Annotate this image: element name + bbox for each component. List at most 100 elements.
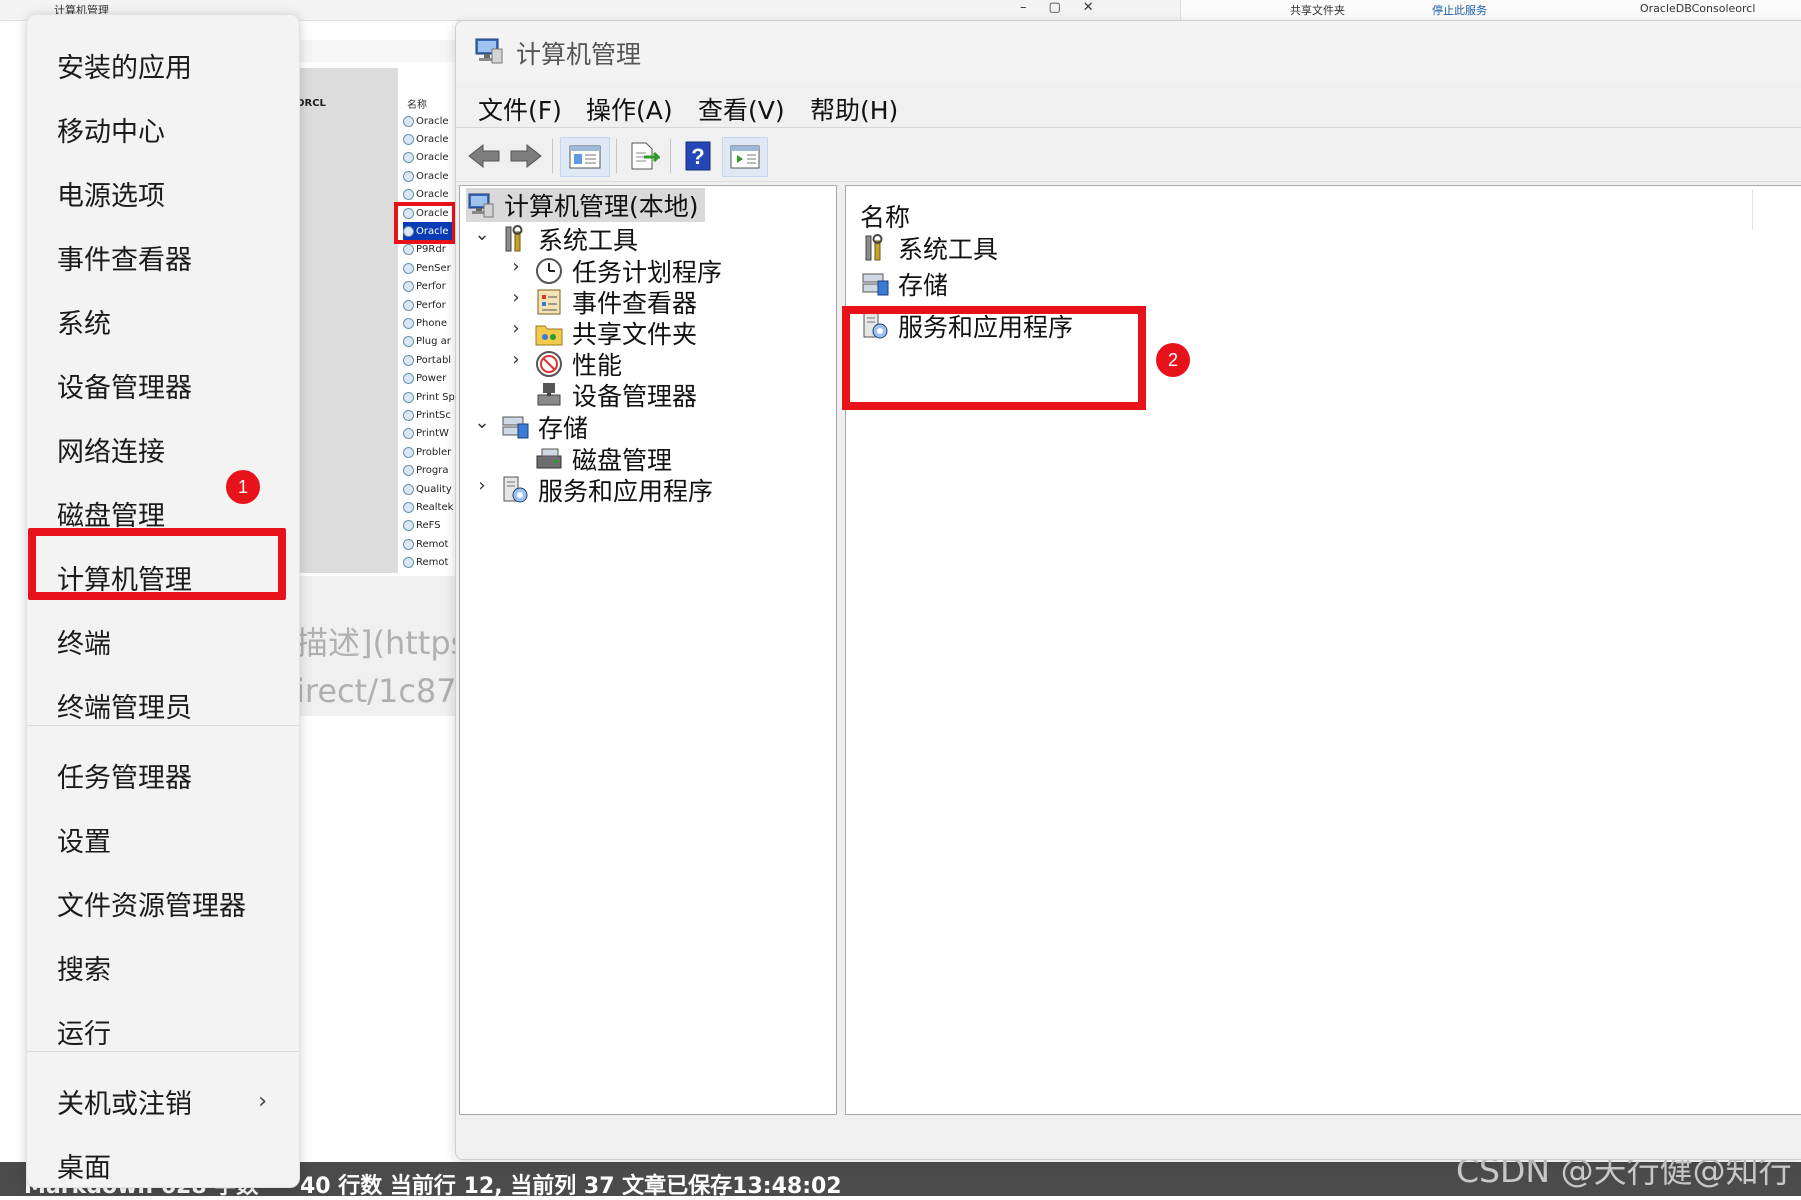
chevron-right-icon: › [258,1088,267,1114]
expander-open-icon[interactable]: ⌄ [472,412,492,433]
device-manager-icon [537,383,561,406]
action-pane-icon [730,145,760,169]
service-name: ReFS [416,520,441,532]
service-name: Perfor [416,281,446,293]
maximize-icon[interactable]: ▢ [1049,0,1061,15]
tree-item-disk-management[interactable]: 磁盘管理 [534,442,672,476]
expander-closed-icon[interactable]: › [472,475,492,496]
background-service-row[interactable]: Print Sp [403,388,459,406]
expander-closed-icon[interactable]: › [506,287,526,308]
tree-item-device-manager[interactable]: 设备管理器 [534,378,697,412]
background-service-row[interactable]: ReFS [403,517,459,535]
show-hide-console-tree-button[interactable] [560,137,610,177]
menu-item-file-explorer[interactable]: 文件资源管理器 [27,875,299,931]
minimize-icon[interactable]: – [1020,0,1027,15]
menu-item-event-viewer[interactable]: 事件查看器 [27,229,299,285]
tree-item-shared-folders[interactable]: 共享文件夹 [534,316,697,350]
menu-item-search[interactable]: 搜索 [27,939,299,995]
tree-item-root[interactable]: 计算机管理(本地) [466,188,705,222]
expander-closed-icon[interactable]: › [506,318,526,339]
background-strip-shared: 共享文件夹 [1290,4,1345,17]
tree-item-label: 服务和应用程序 [538,477,714,506]
background-service-row[interactable]: PrintW [403,425,459,443]
background-service-row[interactable]: Remot [403,535,459,553]
background-service-row[interactable]: Power [403,369,459,387]
tree-item-label: 计算机管理(本地) [504,192,699,221]
back-button[interactable] [464,137,504,175]
background-service-row[interactable]: Remot [403,553,459,571]
menu-item-network-connections[interactable]: 网络连接 [27,421,299,477]
tree-item-performance[interactable]: 性能 [534,347,622,381]
tree-item-task-scheduler[interactable]: 任务计划程序 [534,254,722,288]
background-service-row[interactable]: Perfor [403,296,459,314]
background-strip-service: OracleDBConsoleorcl [1640,2,1756,15]
tree-item-storage[interactable]: 存储 [500,410,588,444]
service-name: Remot [416,538,449,550]
menu-action[interactable]: 操作(A) [586,91,673,127]
service-name: Oracle [416,152,449,164]
background-service-row[interactable]: PenSer [403,259,459,277]
background-service-row[interactable]: PrintSc [403,406,459,424]
menu-view[interactable]: 查看(V) [698,91,785,127]
menu-help[interactable]: 帮助(H) [810,91,898,127]
expander-open-icon[interactable]: ⌄ [472,224,492,245]
menu-item-power-options[interactable]: 电源选项 [27,165,299,221]
menu-item-terminal[interactable]: 终端 [27,613,299,669]
background-service-row[interactable]: Phone [403,314,459,332]
background-service-row[interactable]: Oracle [403,167,459,185]
expander-closed-icon[interactable]: › [506,349,526,370]
computer-management-icon [468,193,494,218]
background-service-row[interactable]: Portabl [403,351,459,369]
list-item-label: 存储 [898,271,949,300]
service-name: Plug ar [416,336,451,348]
service-name: Oracle [416,134,449,146]
menu-item-task-manager[interactable]: 任务管理器 [27,747,299,803]
service-gear-icon [403,465,414,477]
menu-item-device-manager[interactable]: 设备管理器 [27,357,299,413]
service-name: Power [416,373,447,385]
tree-item-services-apps[interactable]: 服务和应用程序 [500,473,713,507]
tree-item-event-viewer[interactable]: 事件查看器 [534,285,697,319]
cm-titlebar: 计算机管理 [456,21,1801,81]
background-service-row[interactable]: Oracle [403,130,459,148]
help-button[interactable]: ? [678,137,718,175]
service-gear-icon [403,409,414,421]
background-service-row[interactable]: Realtek [403,498,459,516]
computer-management-window: 计算机管理 文件(F) 操作(A) 查看(V) 帮助(H) ? 计算机管理(本地… [455,20,1801,1160]
menu-item-mobility-center[interactable]: 移动中心 [27,101,299,157]
background-service-row[interactable]: Plug ar [403,333,459,351]
background-service-row[interactable]: Probler [403,443,459,461]
expander-closed-icon[interactable]: › [506,256,526,277]
background-strip-stop[interactable]: 停止此服务 [1432,2,1487,18]
background-service-row[interactable]: Progra [403,461,459,479]
menu-item-desktop[interactable]: 桌面 [27,1137,299,1193]
service-gear-icon [403,299,414,311]
service-name: Oracle [416,170,449,182]
background-service-row[interactable]: Quality [403,480,459,498]
background-service-row[interactable]: Oracle [403,112,459,130]
tools-icon [865,234,883,261]
menu-item-system[interactable]: 系统 [27,293,299,349]
list-item-system-tools[interactable]: 系统工具 [860,230,998,266]
background-service-row[interactable]: Perfor [403,278,459,296]
forward-button[interactable] [506,137,546,175]
service-gear-icon [403,428,414,440]
service-gear-icon [403,317,414,329]
clock-icon [536,258,562,284]
column-header-name[interactable]: 名称 [860,198,910,234]
menu-file[interactable]: 文件(F) [478,91,562,127]
export-list-button[interactable] [624,137,664,175]
forward-arrow-icon [510,143,542,169]
background-service-row[interactable]: Oracle [403,149,459,167]
close-icon[interactable]: ✕ [1083,0,1094,15]
tree-item-system-tools[interactable]: 系统工具 [500,222,638,256]
service-gear-icon [403,262,414,274]
menu-item-installed-apps[interactable]: 安装的应用 [27,37,299,93]
menu-item-settings[interactable]: 设置 [27,811,299,867]
menu-item-shutdown-signout[interactable]: 关机或注销 › [27,1073,299,1129]
show-hide-action-pane-button[interactable] [722,137,768,177]
computer-management-icon [475,38,503,64]
list-item-label: 系统工具 [898,235,999,264]
disk-management-icon [536,448,562,469]
list-item-storage[interactable]: 存储 [860,266,948,302]
